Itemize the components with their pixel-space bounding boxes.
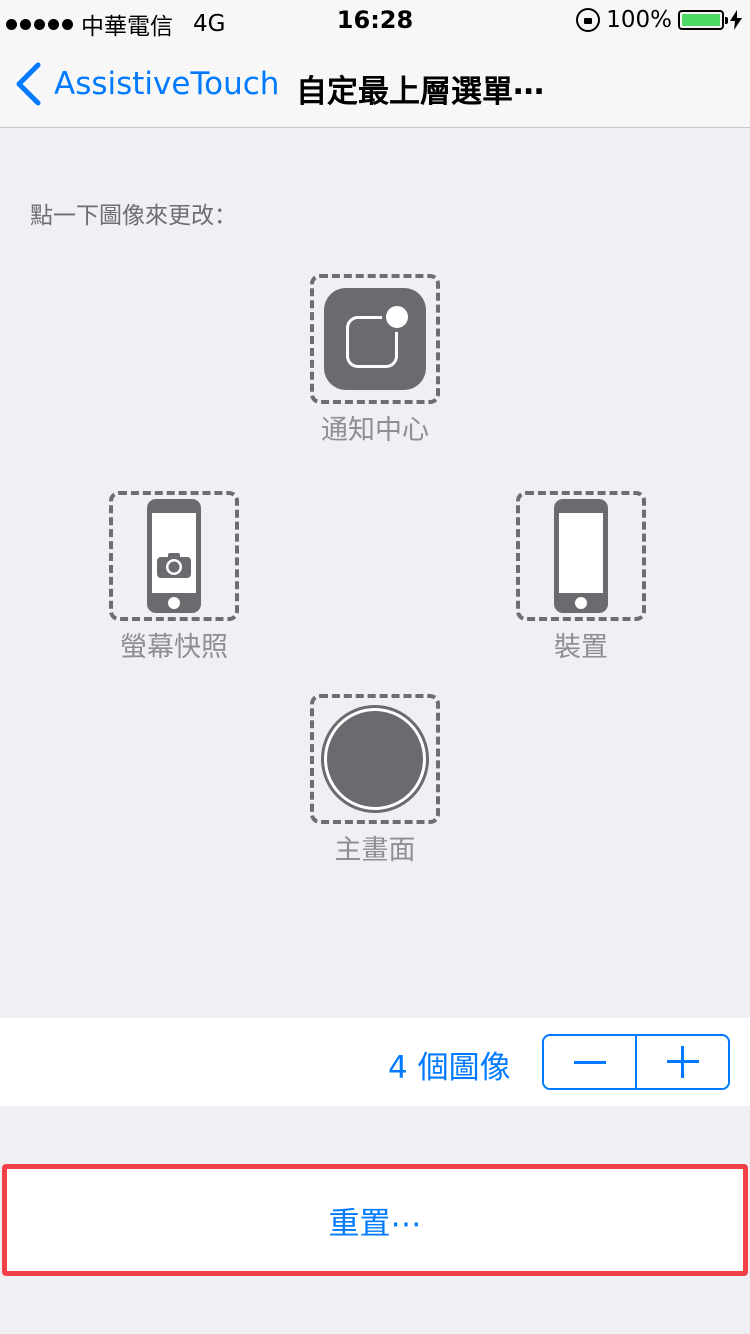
plus-icon — [666, 1046, 699, 1078]
chevron-left-icon — [16, 62, 41, 106]
instruction-text: 點一下圖像來更改： — [30, 203, 237, 229]
notification-center-icon — [324, 288, 426, 390]
icon-count-label: 4 個圖像 — [388, 1050, 511, 1086]
reset-label: 重置⋯ — [328, 1205, 422, 1242]
camera-icon — [157, 553, 191, 578]
minus-icon — [573, 1060, 606, 1064]
icon-slot-frame — [109, 491, 239, 621]
decrement-button[interactable] — [544, 1036, 635, 1088]
rotation-lock-icon — [576, 8, 601, 32]
icon-slot-label: 螢幕快照 — [120, 632, 228, 663]
status-right: 100% — [576, 7, 742, 33]
icon-slot-frame — [310, 694, 440, 824]
page-title: 自定最上層選單⋯ — [296, 74, 544, 110]
back-label: AssistiveTouch — [54, 66, 280, 102]
icon-slot-frame — [310, 274, 440, 404]
icon-slot-top[interactable]: 通知中心 — [310, 274, 440, 447]
reset-button[interactable]: 重置⋯ — [2, 1164, 748, 1276]
status-bar: 中華電信 4G 16:28 100% — [0, 0, 750, 40]
battery-fill — [682, 14, 720, 26]
device-icon — [554, 499, 608, 613]
charging-bolt-icon — [730, 10, 742, 30]
icon-slot-label: 主畫面 — [334, 835, 416, 866]
icon-count-row: 4 個圖像 — [0, 1018, 750, 1106]
icon-slot-left[interactable]: 螢幕快照 — [109, 491, 239, 664]
increment-button[interactable] — [637, 1036, 728, 1088]
icon-slot-label: 通知中心 — [321, 415, 429, 446]
icon-slot-label: 裝置 — [554, 632, 608, 663]
back-button[interactable]: AssistiveTouch — [14, 60, 279, 108]
navigation-bar: AssistiveTouch 自定最上層選單⋯ — [0, 40, 750, 128]
icon-slot-bottom[interactable]: 主畫面 — [310, 694, 440, 867]
icon-slot-frame — [516, 491, 646, 621]
screen: 中華電信 4G 16:28 100% AssistiveTouch 自定最上層選… — [0, 0, 750, 1334]
home-icon — [324, 708, 426, 810]
icon-slot-right[interactable]: 裝置 — [516, 491, 646, 664]
icon-count-stepper — [542, 1034, 730, 1090]
screenshot-icon — [147, 499, 201, 613]
battery-icon — [678, 10, 728, 30]
battery-percent: 100% — [606, 7, 672, 33]
